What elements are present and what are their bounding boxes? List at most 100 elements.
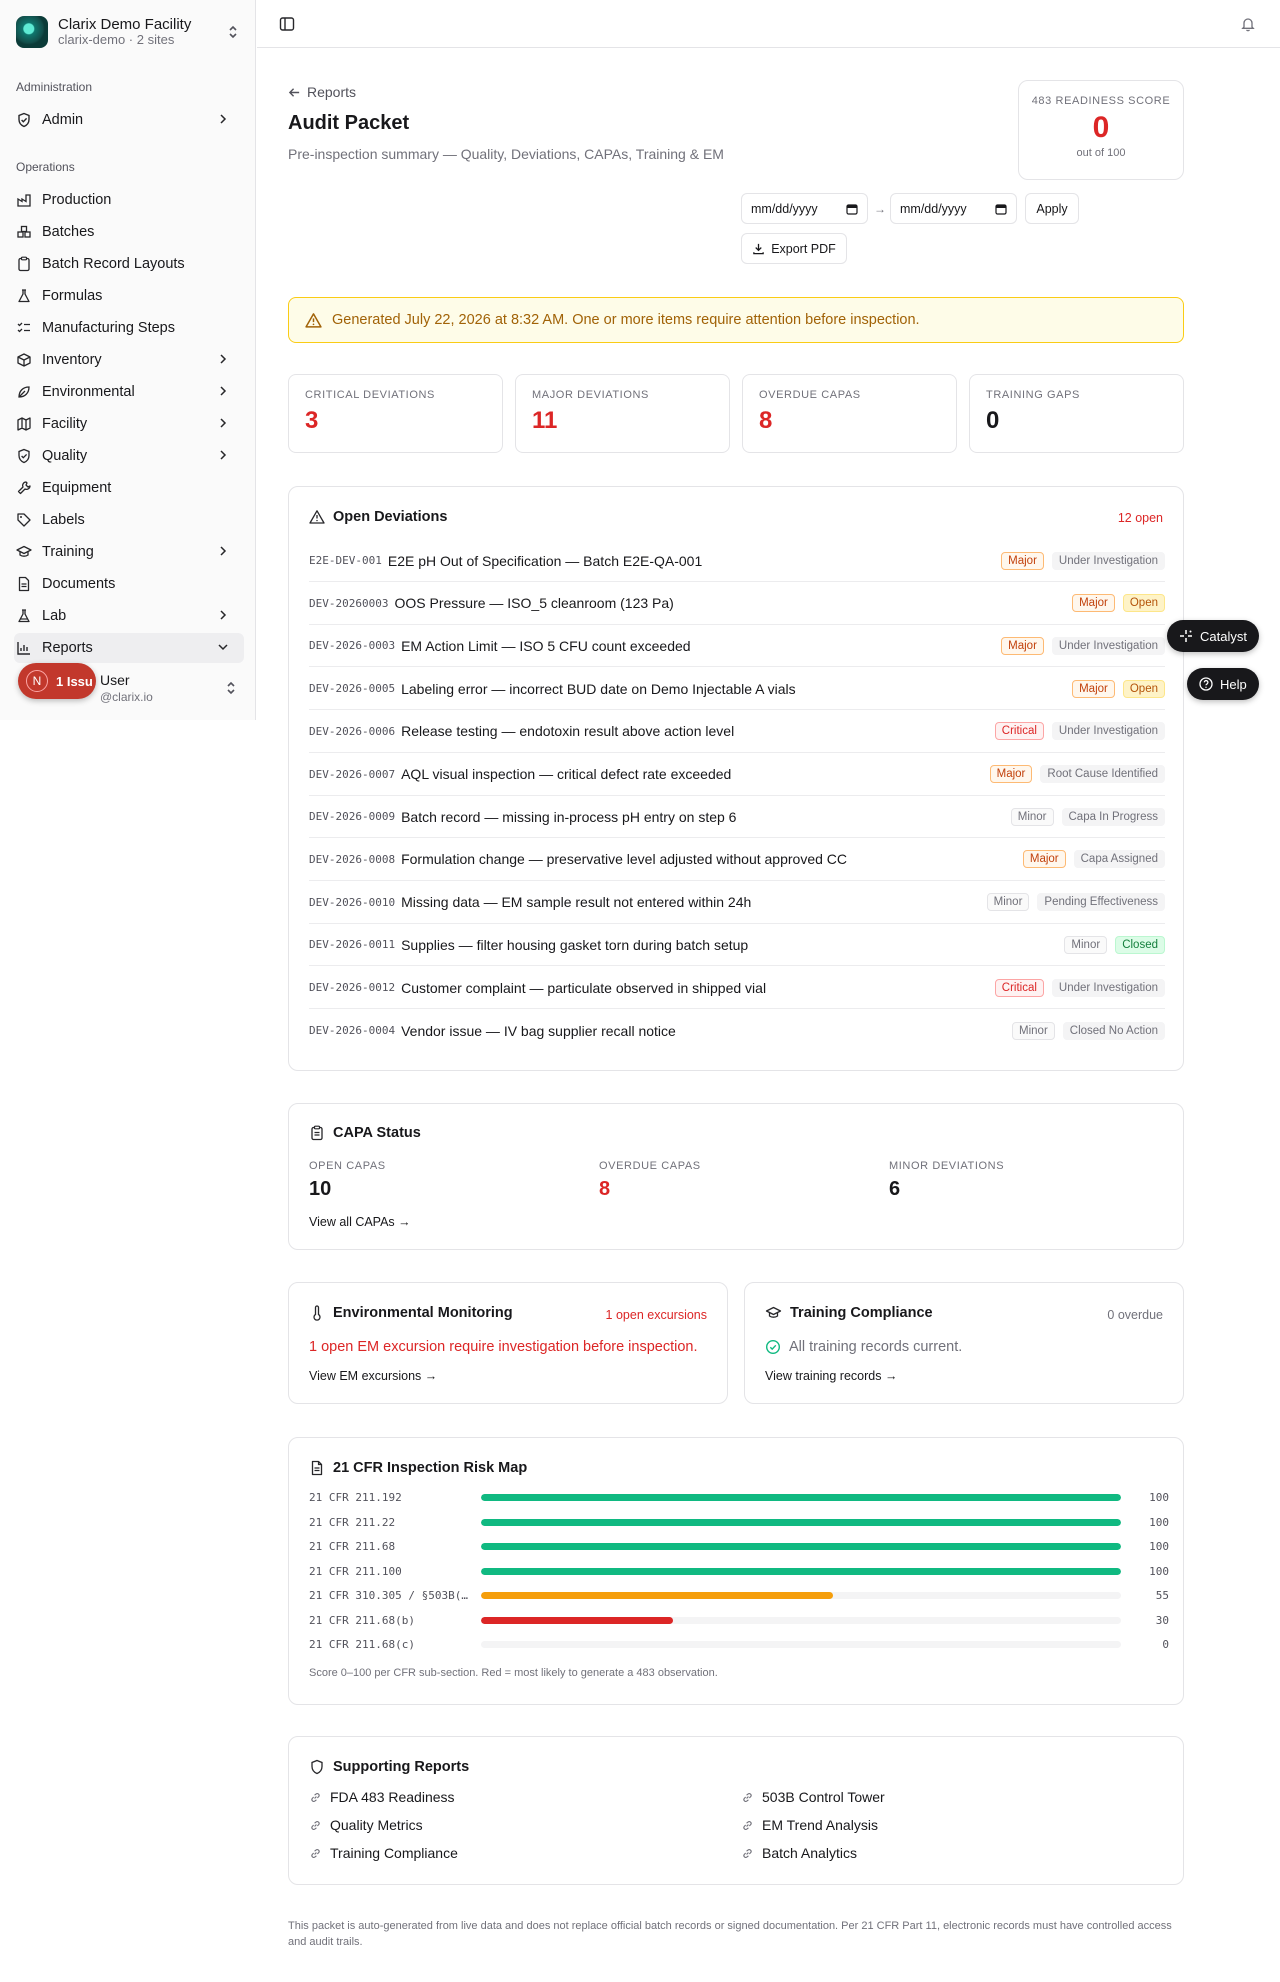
deviation-id: DEV-2026-0004 [309, 1024, 396, 1038]
table-row[interactable]: DEV-2026-0006 Release testing — endotoxin… [309, 711, 1165, 753]
cfr-risk-map-panel: 21 CFR Inspection Risk Map 21 CFR 211.19… [288, 1437, 1184, 1705]
table-row[interactable]: E2E-DEV-001 E2E pH Out of Specification —… [309, 540, 1165, 582]
back-to-reports-link[interactable]: Reports [288, 84, 356, 100]
view-all-capas-link[interactable]: View all CAPAs → [309, 1215, 411, 1229]
risk-section-label: 21 CFR 310.305 / §503B(a) [309, 1589, 469, 1602]
sidebar-item-equipment[interactable]: Equipment [14, 473, 244, 503]
panel-title: 21 CFR Inspection Risk Map [309, 1460, 527, 1476]
supporting-report-link[interactable]: 503B Control Tower [741, 1789, 885, 1805]
sidebar-item-admin[interactable]: Admin [14, 105, 244, 135]
issues-indicator[interactable]: N 1 Issu [18, 663, 96, 699]
supporting-report-link[interactable]: Training Compliance [309, 1845, 458, 1861]
view-em-excursions-link[interactable]: View EM excursions → [309, 1369, 437, 1383]
capa-metric-label: OVERDUE CAPAS [599, 1160, 701, 1172]
sidebar-toggle-icon[interactable] [277, 14, 297, 34]
risk-row: 21 CFR 310.305 / §503B(a) 55 [309, 1587, 1169, 1605]
table-row[interactable]: DEV-2026-0007 AQL visual inspection — cri… [309, 754, 1165, 796]
deviation-id: E2E-DEV-001 [309, 554, 382, 567]
risk-row: 21 CFR 211.68(b) 30 [309, 1612, 1169, 1630]
deviation-id: DEV-2026-0007 [309, 767, 396, 781]
deviation-title: Missing data — EM sample result not ente… [401, 894, 752, 911]
risk-section-label: 21 CFR 211.68(c) [309, 1638, 415, 1651]
supporting-report-link[interactable]: EM Trend Analysis [741, 1817, 878, 1833]
sidebar-item-formulas[interactable]: Formulas [14, 281, 244, 311]
issues-count: 1 Issu [56, 673, 93, 689]
table-row[interactable]: DEV-2026-0009 Batch record — missing in-p… [309, 796, 1165, 839]
sidebar-item-training[interactable]: Training [14, 537, 244, 567]
severity-badge: Major [1001, 551, 1044, 570]
view-training-records-link[interactable]: View training records → [765, 1369, 897, 1383]
deviation-title: Customer complaint — particulate observe… [401, 979, 767, 996]
table-row[interactable]: DEV-2026-0012 Customer complaint — partic… [309, 967, 1165, 1009]
sidebar-item-documents[interactable]: Documents [14, 569, 244, 599]
supporting-report-link[interactable]: FDA 483 Readiness [309, 1789, 455, 1805]
graduation-cap-icon [765, 1306, 782, 1318]
risk-score-value: 55 [1155, 1589, 1169, 1602]
table-row[interactable]: DEV-2026-0010 Missing data — EM sample re… [309, 882, 1165, 924]
sidebar-item-batch-record-layouts[interactable]: Batch Record Layouts [14, 249, 244, 279]
severity-badge: Minor [1010, 807, 1054, 826]
chevron-right-icon [216, 608, 230, 622]
org-name: Clarix Demo Facility [58, 15, 192, 33]
supporting-report-link[interactable]: Quality Metrics [309, 1817, 423, 1833]
user-menu-chevrons-icon[interactable] [224, 680, 238, 696]
sidebar-item-quality[interactable]: Quality [14, 441, 244, 471]
risk-bar-track [481, 1494, 1121, 1501]
sidebar-item-production[interactable]: Production [14, 185, 244, 215]
sidebar-item-reports[interactable]: Reports [14, 633, 244, 663]
apply-button[interactable]: Apply [1025, 193, 1079, 224]
panel-title: Open Deviations [309, 509, 447, 525]
sidebar-item-labels[interactable]: Labels [14, 505, 244, 535]
panel-title: Training Compliance [765, 1305, 933, 1321]
risk-row: 21 CFR 211.100 100 [309, 1563, 1169, 1581]
table-row[interactable]: DEV-2026-0005 Labeling error — incorrect … [309, 668, 1165, 711]
risk-score-value: 0 [1162, 1638, 1169, 1651]
sidebar-item-manufacturing-steps[interactable]: Manufacturing Steps [14, 313, 244, 343]
date-from-input[interactable]: mm/dd/yyyy [741, 193, 868, 224]
table-row[interactable]: DEV-2026-0008 Formulation change — preser… [309, 839, 1165, 881]
capa-metric: OPEN CAPAS 10 [309, 1160, 386, 1201]
deviation-title: Vendor issue — IV bag supplier recall no… [401, 1022, 676, 1039]
table-row[interactable]: DEV-2026-0011 Supplies — filter housing g… [309, 924, 1165, 967]
sidebar-item-lab[interactable]: Lab [14, 601, 244, 631]
risk-score-value: 100 [1149, 1540, 1169, 1553]
sidebar-item-label: Inventory [42, 352, 102, 368]
deviation-title: AQL visual inspection — critical defect … [401, 766, 732, 782]
capa-metric-value: 10 [309, 1178, 332, 1200]
bell-icon[interactable] [1238, 14, 1258, 34]
table-row[interactable]: DEV-20260003 OOS Pressure — ISO_5 cleanro… [309, 583, 1165, 625]
risk-row: 21 CFR 211.68(c) 0 [309, 1636, 1169, 1654]
supporting-reports-panel: Supporting Reports FDA 483 Readiness 503B… [288, 1736, 1184, 1885]
date-to-input[interactable]: mm/dd/yyyy [890, 193, 1017, 224]
risk-bar-fill [481, 1518, 1121, 1526]
score-value: 0 [1092, 111, 1110, 144]
sidebar-item-environmental[interactable]: Environmental [14, 377, 244, 407]
table-row[interactable]: DEV-2026-0003 EM Action Limit — ISO 5 CFU… [309, 625, 1165, 668]
export-pdf-button[interactable]: Export PDF [741, 233, 847, 264]
table-row[interactable]: DEV-2026-0004 Vendor issue — IV bag suppl… [309, 1010, 1165, 1052]
risk-bar-fill [481, 1494, 1121, 1501]
link-icon [741, 1847, 754, 1860]
deviation-title: OOS Pressure — ISO_5 cleanroom (123 Pa) [394, 595, 674, 612]
sidebar-item-label: Batch Record Layouts [42, 256, 185, 272]
risk-section-label: 21 CFR 211.68(b) [309, 1613, 415, 1627]
stat-value: 0 [986, 407, 1000, 434]
sparkles-icon [1180, 630, 1192, 642]
arrow-left-icon [288, 87, 300, 97]
supporting-report-link[interactable]: Batch Analytics [741, 1845, 857, 1861]
risk-bar-track [481, 1567, 1121, 1575]
sidebar-item-inventory[interactable]: Inventory [14, 345, 244, 375]
stat-label: OVERDUE CAPAS [759, 389, 861, 401]
stat-card-major-deviations: MAJOR DEVIATIONS 11 [515, 374, 730, 453]
calendar-icon [846, 203, 858, 215]
risk-bar-fill [481, 1592, 833, 1599]
sidebar-item-label: Quality [42, 448, 88, 464]
severity-badge: Minor [986, 893, 1030, 912]
score-label: 483 READINESS SCORE [1031, 95, 1171, 107]
sidebar-item-facility[interactable]: Facility [14, 409, 244, 439]
sidebar-item-batches[interactable]: Batches [14, 217, 244, 247]
org-switcher[interactable]: Clarix Demo Facility clarix-demo · 2 sit… [16, 16, 240, 48]
stat-value: 8 [759, 407, 773, 434]
catalyst-button[interactable]: Catalyst [1167, 620, 1259, 652]
help-button[interactable]: Help [1187, 668, 1259, 700]
